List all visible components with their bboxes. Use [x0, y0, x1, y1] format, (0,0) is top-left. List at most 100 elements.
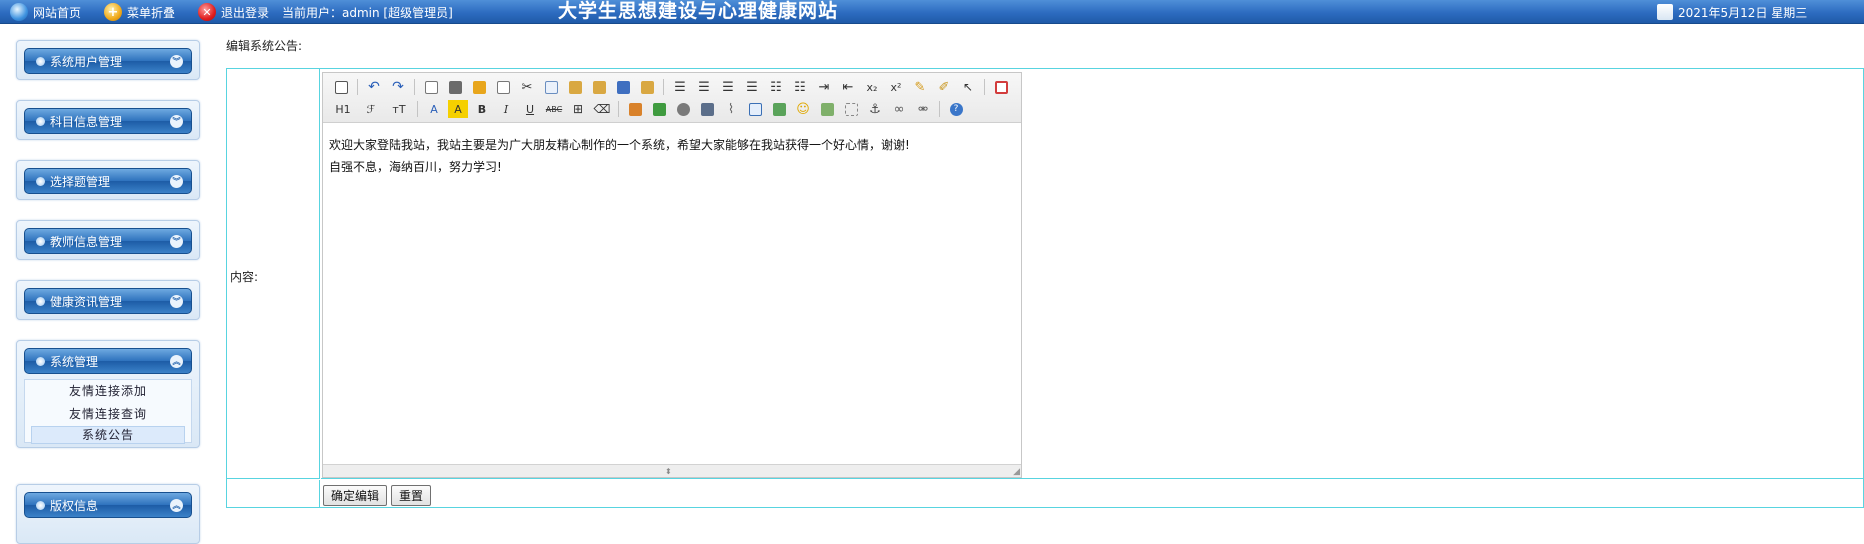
- site-title: 大学生思想建设与心理健康网站: [558, 0, 839, 22]
- menu-label: 选择题管理: [50, 174, 111, 189]
- bold-button[interactable]: B: [472, 100, 492, 118]
- paste-word-icon[interactable]: [613, 78, 633, 96]
- chevron-down-icon: ︾: [170, 295, 183, 308]
- menu-label: 教师信息管理: [50, 234, 123, 249]
- corner-resize-icon[interactable]: ◢: [1013, 467, 1020, 477]
- anchor-icon[interactable]: ⚓: [865, 100, 885, 118]
- emoticon-icon[interactable]: ☺: [793, 100, 813, 118]
- subscript-icon[interactable]: x₂: [862, 78, 882, 96]
- menu-header-questions[interactable]: 选择题管理 ︾: [24, 168, 192, 194]
- date-display: 2021年5月12日 星期三: [1657, 2, 1807, 22]
- ordered-list-icon[interactable]: ☷: [766, 78, 786, 96]
- source-icon[interactable]: [331, 78, 351, 96]
- toolbar-separator: [663, 79, 664, 95]
- menu-label: 科目信息管理: [50, 114, 123, 129]
- toolbar-separator: [939, 101, 940, 117]
- menu-fold-button[interactable]: + 菜单折叠: [104, 2, 175, 22]
- fold-icon: +: [104, 3, 122, 21]
- menu-copyright: 版权信息 ︽: [16, 484, 200, 544]
- paste-icon[interactable]: [565, 78, 585, 96]
- format-painter-icon[interactable]: ✐: [934, 78, 954, 96]
- resize-handle-icon[interactable]: ⬍: [665, 467, 672, 476]
- close-icon: ✕: [198, 3, 216, 21]
- media-icon[interactable]: [673, 100, 693, 118]
- menu-header-copyright[interactable]: 版权信息 ︽: [24, 492, 192, 518]
- align-left-icon[interactable]: ☰: [670, 78, 690, 96]
- print-icon[interactable]: [445, 78, 465, 96]
- preview-icon[interactable]: [421, 78, 441, 96]
- template-icon[interactable]: [469, 78, 489, 96]
- menu-header-system[interactable]: 系统管理 ︽: [24, 348, 192, 374]
- redo-icon[interactable]: ↷: [388, 78, 408, 96]
- content-label-cell: 内容:: [227, 69, 320, 479]
- strikethrough-button[interactable]: ABC: [544, 100, 564, 118]
- image-icon[interactable]: [625, 100, 645, 118]
- unordered-list-icon[interactable]: ☷: [790, 78, 810, 96]
- sidebar-item-link-query[interactable]: 友情连接查询: [25, 403, 191, 426]
- link-icon[interactable]: ∞: [889, 100, 909, 118]
- confirm-edit-button[interactable]: 确定编辑: [323, 485, 388, 506]
- logout-button[interactable]: ✕ 退出登录: [198, 2, 269, 22]
- outdent-icon[interactable]: ⇤: [838, 78, 858, 96]
- editor-content[interactable]: 欢迎大家登陆我站，我站主要是为广大朋友精心制作的一个系统，希望大家能够在我站获得…: [323, 124, 1021, 464]
- underline-button[interactable]: U: [520, 100, 540, 118]
- table-icon[interactable]: [745, 100, 765, 118]
- clear-format-icon[interactable]: ✎: [910, 78, 930, 96]
- eraser-icon[interactable]: ⌫: [592, 100, 612, 118]
- font-size-dropdown[interactable]: тT: [387, 100, 411, 118]
- copy-icon[interactable]: [541, 78, 561, 96]
- superscript-icon[interactable]: x²: [886, 78, 906, 96]
- pagebreak-icon[interactable]: [841, 100, 861, 118]
- globe-icon: [10, 3, 28, 21]
- undo-icon[interactable]: ↶: [364, 78, 384, 96]
- sidebar-item-link-add[interactable]: 友情连接添加: [25, 380, 191, 403]
- menu-system: 系统管理 ︽ 友情连接添加 友情连接查询 系统公告: [16, 340, 200, 448]
- menu-label: 版权信息: [50, 498, 99, 513]
- align-right-icon[interactable]: ☰: [718, 78, 738, 96]
- font-family-dropdown[interactable]: ℱ: [359, 100, 383, 118]
- menu-header-health-news[interactable]: 健康资讯管理 ︾: [24, 288, 192, 314]
- chevron-up-icon: ︽: [170, 355, 183, 368]
- select-all-icon[interactable]: ↖: [958, 78, 978, 96]
- menu-questions: 选择题管理 ︾: [16, 160, 200, 200]
- hr-icon[interactable]: [769, 100, 789, 118]
- rich-text-editor: ↶ ↷ ✂ ☰ ☰ ☰ ☰ ☷ ☷ ⇥ ⇤ x₂ x² ✎ ✐ ↖ H1 ℱ т…: [322, 72, 1022, 478]
- chevron-down-icon: ︾: [170, 175, 183, 188]
- chevron-down-icon: ︾: [170, 235, 183, 248]
- indent-icon[interactable]: ⇥: [814, 78, 834, 96]
- content-line-2: 自强不息，海纳百川，努力学习!: [329, 160, 502, 174]
- unlink-icon[interactable]: ⚮: [913, 100, 933, 118]
- bullet-icon: [36, 296, 45, 306]
- italic-button[interactable]: I: [496, 100, 516, 118]
- code-icon[interactable]: [493, 78, 513, 96]
- align-justify-icon[interactable]: ☰: [742, 78, 762, 96]
- cut-icon[interactable]: ✂: [517, 78, 537, 96]
- menu-system-users: 系统用户管理 ︾: [16, 40, 200, 80]
- menu-header-teachers[interactable]: 教师信息管理 ︾: [24, 228, 192, 254]
- toolbar-separator: [417, 101, 418, 117]
- menu-subjects: 科目信息管理 ︾: [16, 100, 200, 140]
- sidebar-item-announcement[interactable]: 系统公告: [31, 426, 185, 444]
- font-color-button[interactable]: A: [424, 100, 444, 118]
- help-icon[interactable]: ?: [946, 100, 966, 118]
- paste-html-icon[interactable]: [637, 78, 657, 96]
- fullscreen-icon[interactable]: [991, 78, 1011, 96]
- bullet-icon: [36, 500, 45, 510]
- flash-icon[interactable]: [649, 100, 669, 118]
- video-icon[interactable]: [697, 100, 717, 118]
- bullet-icon: [36, 116, 45, 126]
- menu-header-subjects[interactable]: 科目信息管理 ︾: [24, 108, 192, 134]
- reset-button[interactable]: 重置: [391, 485, 432, 506]
- chevron-up-icon: ︽: [170, 499, 183, 512]
- menu-header-system-users[interactable]: 系统用户管理 ︾: [24, 48, 192, 74]
- home-link[interactable]: 网站首页: [10, 2, 81, 22]
- align-center-icon[interactable]: ☰: [694, 78, 714, 96]
- date-text: 2021年5月12日 星期三: [1678, 5, 1808, 20]
- grid-icon[interactable]: ⊞: [568, 100, 588, 118]
- heading-dropdown[interactable]: H1: [331, 100, 355, 118]
- logout-label: 退出登录: [221, 5, 270, 20]
- attachment-icon[interactable]: ⌇: [721, 100, 741, 118]
- picture-icon[interactable]: [817, 100, 837, 118]
- background-color-button[interactable]: A: [448, 100, 468, 118]
- paste-text-icon[interactable]: [589, 78, 609, 96]
